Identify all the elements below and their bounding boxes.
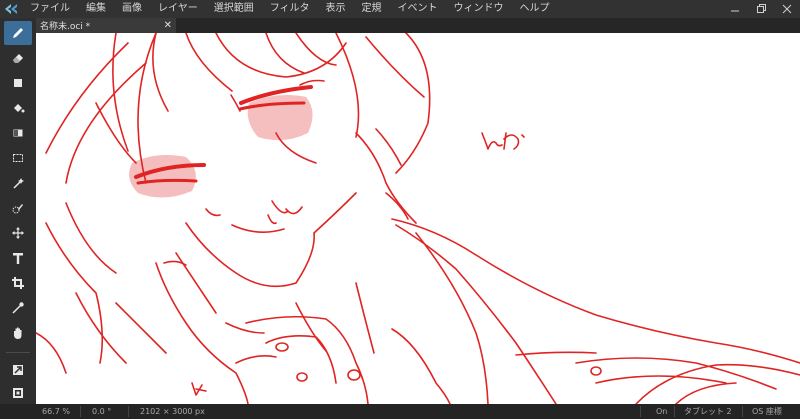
magic-wand-icon[interactable]	[4, 171, 32, 195]
eyedropper-icon[interactable]	[4, 296, 32, 320]
hand-icon[interactable]	[4, 321, 32, 345]
rect-select-icon[interactable]	[4, 146, 32, 170]
eraser-icon[interactable]	[4, 46, 32, 70]
menu-bar: ファイル 編集 画像 レイヤー 選択範囲 フィルタ 表示 定規 イベント ウィン…	[0, 0, 800, 18]
select-pen-icon[interactable]	[4, 196, 32, 220]
status-coords[interactable]: OS 座標	[752, 404, 782, 419]
menu-edit[interactable]: 編集	[78, 0, 114, 18]
status-tablet[interactable]: タブレット 2	[684, 404, 732, 419]
status-canvas-size: 2102 × 3000 px	[140, 407, 205, 416]
pen-icon[interactable]	[4, 21, 32, 45]
status-bar: 66.7 % 0.0 ° 2102 × 3000 px On タブレット 2 O…	[0, 404, 800, 419]
handwritten-text: んぺ	[36, 33, 68, 37]
status-divider	[128, 406, 129, 417]
drawing-canvas[interactable]: んぺ	[36, 33, 800, 404]
menu-ruler[interactable]: 定規	[354, 0, 390, 18]
tab-title: 名称未.oci *	[40, 22, 91, 32]
document-tab-bar: 名称未.oci * ✕	[36, 18, 800, 33]
text-tool-icon[interactable]	[4, 246, 32, 270]
rectangle-icon[interactable]	[4, 71, 32, 95]
gradient-icon[interactable]	[4, 121, 32, 145]
menu-layer[interactable]: レイヤー	[150, 0, 206, 18]
color-swap-icon[interactable]	[4, 358, 32, 382]
status-divider	[742, 406, 743, 417]
crop-icon[interactable]	[4, 271, 32, 295]
color-palette-icon[interactable]	[4, 381, 32, 405]
app-logo-icon[interactable]	[0, 0, 22, 18]
move-icon[interactable]	[4, 221, 32, 245]
menu-filter[interactable]: フィルタ	[262, 0, 318, 18]
restore-icon[interactable]	[748, 0, 774, 18]
line-art: んぺ	[36, 33, 800, 404]
status-divider	[640, 406, 641, 417]
tool-bar	[0, 18, 37, 404]
tab-document[interactable]: 名称未.oci * ✕	[36, 18, 176, 33]
status-pressure[interactable]: On	[656, 404, 667, 419]
tab-close-icon[interactable]: ✕	[164, 19, 172, 32]
status-divider	[674, 406, 675, 417]
toolbar-divider	[6, 352, 30, 353]
menu-help[interactable]: ヘルプ	[512, 0, 558, 18]
status-zoom[interactable]: 66.7 %	[42, 404, 70, 419]
status-divider	[80, 406, 81, 417]
window-controls	[722, 0, 800, 18]
close-icon[interactable]	[774, 0, 800, 18]
menu-file[interactable]: ファイル	[22, 0, 78, 18]
fill-bucket-icon[interactable]	[4, 96, 32, 120]
menu-event[interactable]: イベント	[390, 0, 446, 18]
menu-selection[interactable]: 選択範囲	[206, 0, 262, 18]
menu-image[interactable]: 画像	[114, 0, 150, 18]
minimize-icon[interactable]	[722, 0, 748, 18]
menu-view[interactable]: 表示	[318, 0, 354, 18]
status-rotation[interactable]: 0.0 °	[92, 404, 111, 419]
menu-window[interactable]: ウィンドウ	[446, 0, 512, 18]
